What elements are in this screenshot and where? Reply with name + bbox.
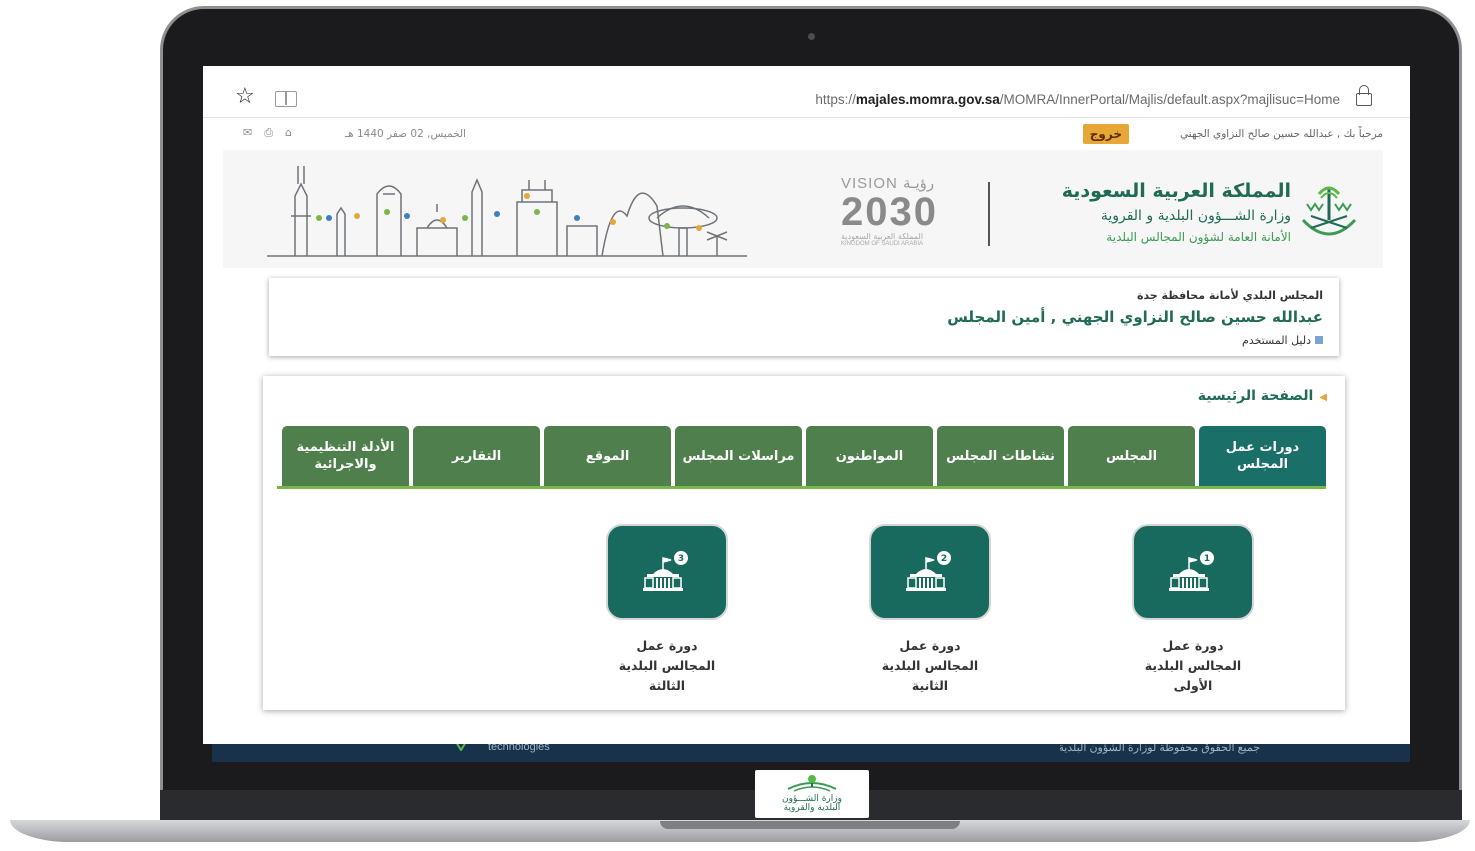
tab-citizens[interactable]: المواطنون: [806, 426, 933, 486]
vision-year: 2030: [841, 190, 938, 234]
breadcrumb-label: الصفحة الرئيسية: [1197, 388, 1314, 404]
tab-council-correspondence[interactable]: مراسلات المجلس: [675, 426, 802, 486]
tile-cycle-2-label: دورة عمل المجالس البلدية الثانية: [868, 636, 992, 696]
tile-cycle-3-label: دورة عمل المجالس البلدية الثالثة: [605, 636, 729, 696]
utility-icons: ✉ ⎙ ⌂: [243, 126, 292, 140]
tab-council-work-cycles[interactable]: دورات عمل المجلس: [1199, 426, 1326, 486]
breadcrumb-arrow-icon: ◀: [1319, 392, 1327, 403]
print-icon[interactable]: ⎙: [264, 126, 273, 140]
browser-address-bar: ☆ https://majales.momra.gov.sa/MOMRA/Inn…: [203, 66, 1410, 118]
tile-cycle-1[interactable]: 1 دورة عمل المجالس البلدية الأولى: [1131, 524, 1255, 696]
main-panel: ◀ الصفحة الرئيسية دورات عمل المجلس المجلس…: [263, 376, 1345, 710]
bezel-logo-line2: البلدية والقروية: [783, 803, 841, 813]
tile-3-line1: دورة عمل: [636, 638, 698, 653]
webcam: [808, 33, 815, 40]
tile-2-line1: دورة عمل: [899, 638, 961, 653]
ministry-emblem-icon: [1301, 186, 1357, 236]
main-tabs: دورات عمل المجلس المجلس نشاطات المجلس ال…: [277, 426, 1326, 488]
header-banner: VISION رؤيـة 2030 المملكة العربية السعود…: [223, 150, 1383, 268]
kingdom-title: المملكة العربية السعودية: [1061, 180, 1291, 202]
city-skyline-illustration: [267, 166, 747, 257]
tab-website[interactable]: الموقع: [544, 426, 671, 486]
tab-reports[interactable]: التقارير: [413, 426, 540, 486]
department-title: الأمانة العامة لشؤون المجالس البلدية: [1106, 230, 1291, 244]
council-name: المجلس البلدي لأمانة محافظة جدة: [1136, 289, 1323, 302]
lock-icon: [1356, 85, 1372, 106]
hijri-date: الخميس, 02 صفر 1440 هـ: [345, 128, 466, 140]
laptop-notch: [660, 821, 960, 829]
mail-icon[interactable]: ✉: [243, 126, 252, 140]
breadcrumb[interactable]: ◀ الصفحة الرئيسية: [1198, 388, 1327, 404]
council-info-card: المجلس البلدي لأمانة محافظة جدة عبدالله …: [269, 278, 1339, 356]
reader-view-icon[interactable]: [275, 91, 297, 107]
tile-2-line2: المجالس البلدية: [881, 658, 979, 673]
bezel-ministry-logo: وزارة الشـــؤون البلدية والقروية: [755, 770, 869, 818]
welcome-text: مرحباً بك , عبدالله حسين صالح النزاوي ال…: [1180, 128, 1383, 140]
url-host: majales.momra.gov.sa: [855, 92, 1000, 107]
tab-council-activities[interactable]: نشاطات المجلس: [937, 426, 1064, 486]
tile-cycle-3-box[interactable]: 3: [606, 524, 728, 620]
tile-1-line1: دورة عمل: [1162, 638, 1224, 653]
url-field[interactable]: https://majales.momra.gov.sa/MOMRA/Inner…: [815, 92, 1340, 107]
tile-3-badge: 3: [678, 554, 684, 564]
work-cycle-tiles: 1 دورة عمل المجالس البلدية الأولى 2 دورة…: [263, 524, 1345, 714]
tile-3-line3: الثالثة: [648, 678, 686, 693]
tile-1-badge: 1: [1204, 554, 1210, 564]
tile-1-line3: الأولى: [1173, 678, 1213, 693]
vision-2030-logo: VISION رؤيـة 2030 المملكة العربية السعود…: [841, 174, 971, 254]
laptop-mockup: technologies جميع الحقوق محفوظة لوزارة ا…: [0, 0, 1475, 851]
tab-council[interactable]: المجلس: [1068, 426, 1195, 486]
user-guide-link[interactable]: دليل المستخدم: [1242, 334, 1323, 347]
council-building-icon: 2: [906, 551, 951, 591]
council-building-icon: 3: [643, 551, 688, 591]
tile-cycle-1-box[interactable]: 1: [1132, 524, 1254, 620]
tile-cycle-2[interactable]: 2 دورة عمل المجالس البلدية الثانية: [868, 524, 992, 696]
tile-cycle-2-box[interactable]: 2: [869, 524, 991, 620]
header-divider: [988, 182, 990, 246]
top-info-strip: ✉ ⎙ ⌂ الخميس, 02 صفر 1440 هـ خروج مرحباً…: [223, 122, 1383, 146]
user-guide-label: دليل المستخدم: [1242, 334, 1311, 347]
tile-1-line2: المجالس البلدية: [1144, 658, 1242, 673]
vision-sub-ar: المملكة العربية السعودية: [841, 232, 924, 241]
tile-2-badge: 2: [941, 554, 947, 564]
tile-2-line3: الثانية: [911, 678, 949, 693]
bookmark-star-icon[interactable]: ☆: [235, 86, 255, 108]
tile-cycle-1-label: دورة عمل المجالس البلدية الأولى: [1131, 636, 1255, 696]
palm-swords-icon: [787, 775, 837, 792]
url-prefix: https://: [815, 92, 856, 107]
tile-3-line2: المجالس البلدية: [618, 658, 716, 673]
url-path: /MOMRA/InnerPortal/Majlis/default.aspx?m…: [999, 92, 1340, 107]
council-secretary: عبدالله حسين صالح النزاوي الجهني , أمين …: [947, 308, 1323, 326]
council-building-icon: 1: [1169, 551, 1214, 591]
vision-sub-en: KINGDOM OF SAUDI ARABIA: [841, 241, 924, 247]
tabs-underline: [277, 486, 1326, 489]
browser-screen: ☆ https://majales.momra.gov.sa/MOMRA/Inn…: [203, 66, 1410, 744]
home-icon[interactable]: ⌂: [285, 126, 292, 140]
tab-regulatory-guides[interactable]: الأدلة التنظيمية والاجرائية: [282, 426, 409, 486]
guide-icon: [1315, 336, 1323, 344]
ministry-title: وزارة الشـــؤون البلدية و القروية: [1100, 208, 1291, 224]
tile-cycle-3[interactable]: 3 دورة عمل المجالس البلدية الثالثة: [605, 524, 729, 696]
logout-button[interactable]: خروج: [1082, 124, 1129, 144]
